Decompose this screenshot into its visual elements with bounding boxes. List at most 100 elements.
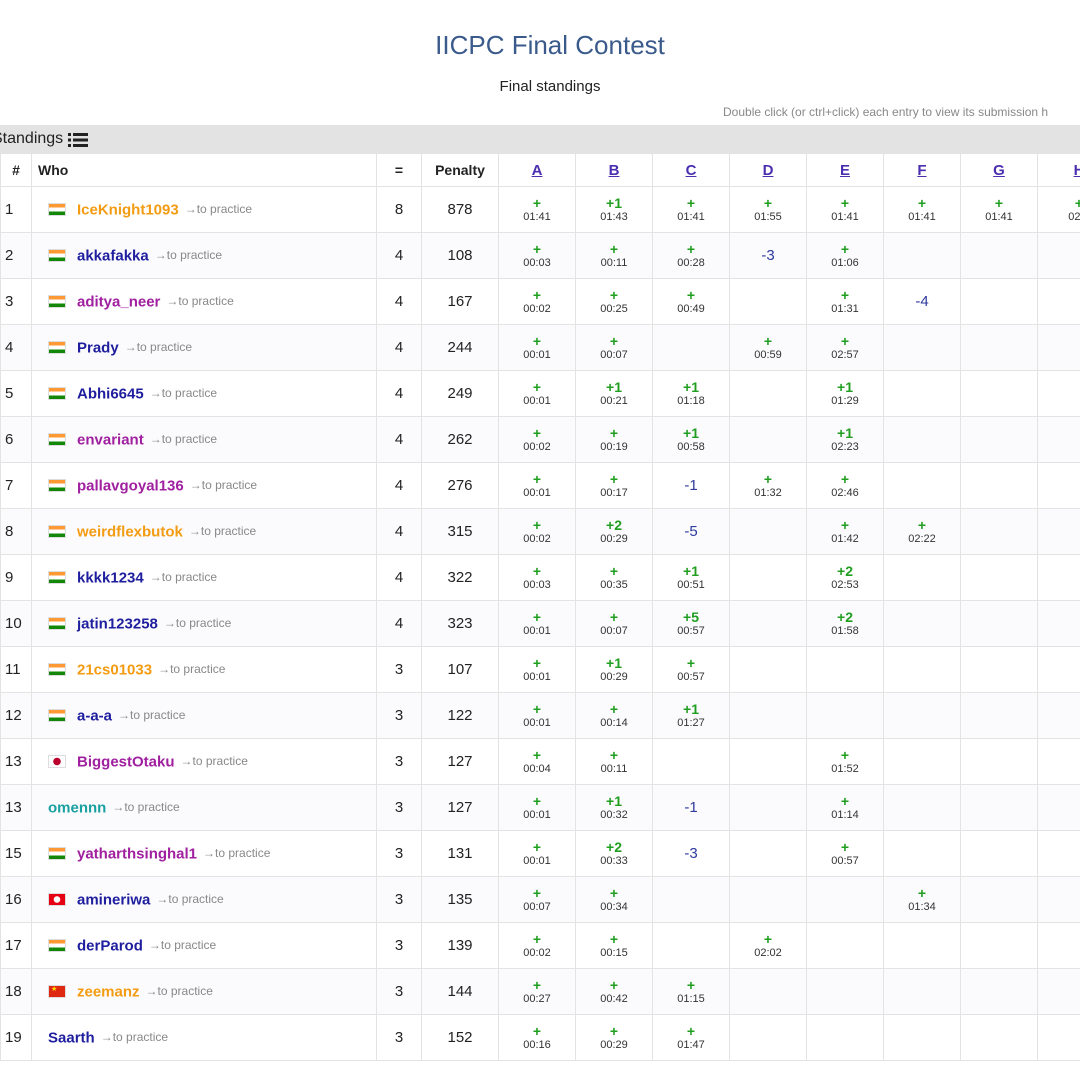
table-row[interactable]: 16 amineriwa →to practice 3 135 +00:07 +00:34 +… bbox=[0, 876, 1080, 923]
problem-f-result-cell[interactable]: +01:34 bbox=[883, 876, 961, 923]
problem-d-result-cell[interactable] bbox=[729, 370, 807, 417]
problem-a-result-cell[interactable]: +00:01 bbox=[498, 830, 576, 877]
problem-d-result-cell[interactable] bbox=[729, 554, 807, 601]
problem-h-result-cell[interactable] bbox=[1037, 738, 1080, 785]
problem-b-result-cell[interactable]: +1 00:29 bbox=[575, 646, 653, 693]
table-row[interactable]: 8 weirdflexbutok →to practice 4 315 +00:02 +2 0… bbox=[0, 508, 1080, 555]
to-practice-link[interactable]: →to practice bbox=[185, 202, 252, 216]
problem-c-result-cell[interactable] bbox=[652, 324, 730, 371]
problem-c-result-cell[interactable]: +00:57 bbox=[652, 646, 730, 693]
problem-f-result-cell[interactable] bbox=[883, 784, 961, 831]
problem-b-result-cell[interactable]: +00:11 bbox=[575, 738, 653, 785]
problem-c-result-cell[interactable]: +00:49 bbox=[652, 278, 730, 325]
table-row[interactable]: 1 IceKnight1093 →to practice 8 878 +01:41 +1 01… bbox=[0, 186, 1080, 233]
problem-f-result-cell[interactable] bbox=[883, 416, 961, 463]
problem-d-result-cell[interactable] bbox=[729, 968, 807, 1015]
problem-f-result-cell[interactable] bbox=[883, 370, 961, 417]
to-practice-link[interactable]: →to practice bbox=[189, 524, 256, 538]
problem-e-result-cell[interactable]: +1 01:29 bbox=[806, 370, 884, 417]
problem-b-result-cell[interactable]: +1 01:43 bbox=[575, 186, 653, 233]
problem-a-result-cell[interactable]: +00:02 bbox=[498, 416, 576, 463]
problem-b-result-cell[interactable]: +00:11 bbox=[575, 232, 653, 279]
problem-a-result-cell[interactable]: +00:07 bbox=[498, 876, 576, 923]
problem-f-result-cell[interactable]: +02:22 bbox=[883, 508, 961, 555]
to-practice-link[interactable]: →to practice bbox=[118, 708, 185, 722]
problem-d-result-cell[interactable] bbox=[729, 646, 807, 693]
table-row[interactable]: 13 BiggestOtaku →to practice 3 127 +00:04 +00:… bbox=[0, 738, 1080, 785]
problem-g-result-cell[interactable] bbox=[960, 416, 1038, 463]
table-row[interactable]: 10 jatin123258 →to practice 4 323 +00:01 +00:0… bbox=[0, 600, 1080, 647]
problem-g-result-cell[interactable] bbox=[960, 922, 1038, 969]
problem-a-link[interactable]: A bbox=[498, 153, 576, 187]
problem-f-result-cell[interactable] bbox=[883, 462, 961, 509]
problem-e-result-cell[interactable]: +00:57 bbox=[806, 830, 884, 877]
problem-f-result-cell[interactable] bbox=[883, 646, 961, 693]
problem-c-result-cell[interactable] bbox=[652, 922, 730, 969]
contestant-handle-link[interactable]: weirdflexbutok bbox=[77, 523, 183, 540]
problem-b-link[interactable]: B bbox=[575, 153, 653, 187]
problem-e-result-cell[interactable] bbox=[806, 646, 884, 693]
problem-g-result-cell[interactable] bbox=[960, 692, 1038, 739]
contestant-handle-link[interactable]: yatharthsinghal1 bbox=[77, 845, 197, 862]
table-row[interactable]: 5 Abhi6645 →to practice 4 249 +00:01 +1 00:21 +1… bbox=[0, 370, 1080, 417]
problem-d-result-cell[interactable] bbox=[729, 416, 807, 463]
problem-b-result-cell[interactable]: +00:17 bbox=[575, 462, 653, 509]
problem-e-result-cell[interactable]: +01:06 bbox=[806, 232, 884, 279]
problem-f-result-cell[interactable]: -4 bbox=[883, 278, 961, 325]
to-practice-link[interactable]: →to practice bbox=[158, 662, 225, 676]
problem-d-result-cell[interactable]: +00:59 bbox=[729, 324, 807, 371]
problem-h-result-cell[interactable] bbox=[1037, 830, 1080, 877]
problem-f-result-cell[interactable] bbox=[883, 738, 961, 785]
problem-h-result-cell[interactable] bbox=[1037, 1014, 1080, 1061]
problem-a-result-cell[interactable]: +00:01 bbox=[498, 646, 576, 693]
problem-a-result-cell[interactable]: +00:02 bbox=[498, 278, 576, 325]
problem-e-result-cell[interactable]: +01:42 bbox=[806, 508, 884, 555]
problem-h-result-cell[interactable] bbox=[1037, 784, 1080, 831]
problem-c-result-cell[interactable] bbox=[652, 738, 730, 785]
table-row[interactable]: 17 derParod →to practice 3 139 +00:02 +00:15 +0… bbox=[0, 922, 1080, 969]
problem-c-result-cell[interactable]: +01:15 bbox=[652, 968, 730, 1015]
table-row[interactable]: 7 pallavgoyal136 →to practice 4 276 +00:01 +00… bbox=[0, 462, 1080, 509]
problem-a-result-cell[interactable]: +00:16 bbox=[498, 1014, 576, 1061]
problem-h-result-cell[interactable] bbox=[1037, 922, 1080, 969]
contestant-handle-link[interactable]: kkkk1234 bbox=[77, 569, 144, 586]
problem-a-result-cell[interactable]: +00:02 bbox=[498, 922, 576, 969]
contestant-handle-link[interactable]: aditya_neer bbox=[77, 293, 160, 310]
problem-h-result-cell[interactable] bbox=[1037, 370, 1080, 417]
problem-g-result-cell[interactable] bbox=[960, 968, 1038, 1015]
to-practice-link[interactable]: →to practice bbox=[164, 616, 231, 630]
problem-h-link[interactable]: H bbox=[1037, 153, 1080, 187]
table-row[interactable]: 6 envariant →to practice 4 262 +00:02 +00:19 +1… bbox=[0, 416, 1080, 463]
problem-b-result-cell[interactable]: +00:34 bbox=[575, 876, 653, 923]
problem-h-result-cell[interactable] bbox=[1037, 876, 1080, 923]
problem-g-result-cell[interactable] bbox=[960, 646, 1038, 693]
problem-e-result-cell[interactable]: +01:52 bbox=[806, 738, 884, 785]
problem-f-result-cell[interactable] bbox=[883, 232, 961, 279]
problem-c-result-cell[interactable]: +1 01:18 bbox=[652, 370, 730, 417]
problem-a-result-cell[interactable]: +00:01 bbox=[498, 462, 576, 509]
problem-e-result-cell[interactable]: +1 02:23 bbox=[806, 416, 884, 463]
contestant-handle-link[interactable]: Abhi6645 bbox=[77, 385, 144, 402]
problem-h-result-cell[interactable] bbox=[1037, 416, 1080, 463]
problem-d-result-cell[interactable] bbox=[729, 692, 807, 739]
problem-f-result-cell[interactable] bbox=[883, 600, 961, 647]
table-row[interactable]: 13 omennn →to practice 3 127 +00:01 +1 00:32 -1 +… bbox=[0, 784, 1080, 831]
problem-d-result-cell[interactable] bbox=[729, 830, 807, 877]
problem-e-result-cell[interactable] bbox=[806, 692, 884, 739]
problem-d-result-cell[interactable]: +01:55 bbox=[729, 186, 807, 233]
problem-a-result-cell[interactable]: +00:27 bbox=[498, 968, 576, 1015]
problem-a-result-cell[interactable]: +00:01 bbox=[498, 370, 576, 417]
contestant-handle-link[interactable]: akkafakka bbox=[77, 247, 149, 264]
problem-g-result-cell[interactable] bbox=[960, 600, 1038, 647]
problem-a-result-cell[interactable]: +00:04 bbox=[498, 738, 576, 785]
problem-f-result-cell[interactable] bbox=[883, 922, 961, 969]
problem-e-result-cell[interactable] bbox=[806, 876, 884, 923]
problem-g-result-cell[interactable]: +01:41 bbox=[960, 186, 1038, 233]
problem-b-result-cell[interactable]: +2 00:29 bbox=[575, 508, 653, 555]
problem-a-result-cell[interactable]: +00:03 bbox=[498, 554, 576, 601]
problem-d-result-cell[interactable] bbox=[729, 784, 807, 831]
contestant-handle-link[interactable]: jatin123258 bbox=[77, 615, 158, 632]
contestant-handle-link[interactable]: pallavgoyal136 bbox=[77, 477, 184, 494]
problem-h-result-cell[interactable] bbox=[1037, 462, 1080, 509]
to-practice-link[interactable]: →to practice bbox=[203, 846, 270, 860]
